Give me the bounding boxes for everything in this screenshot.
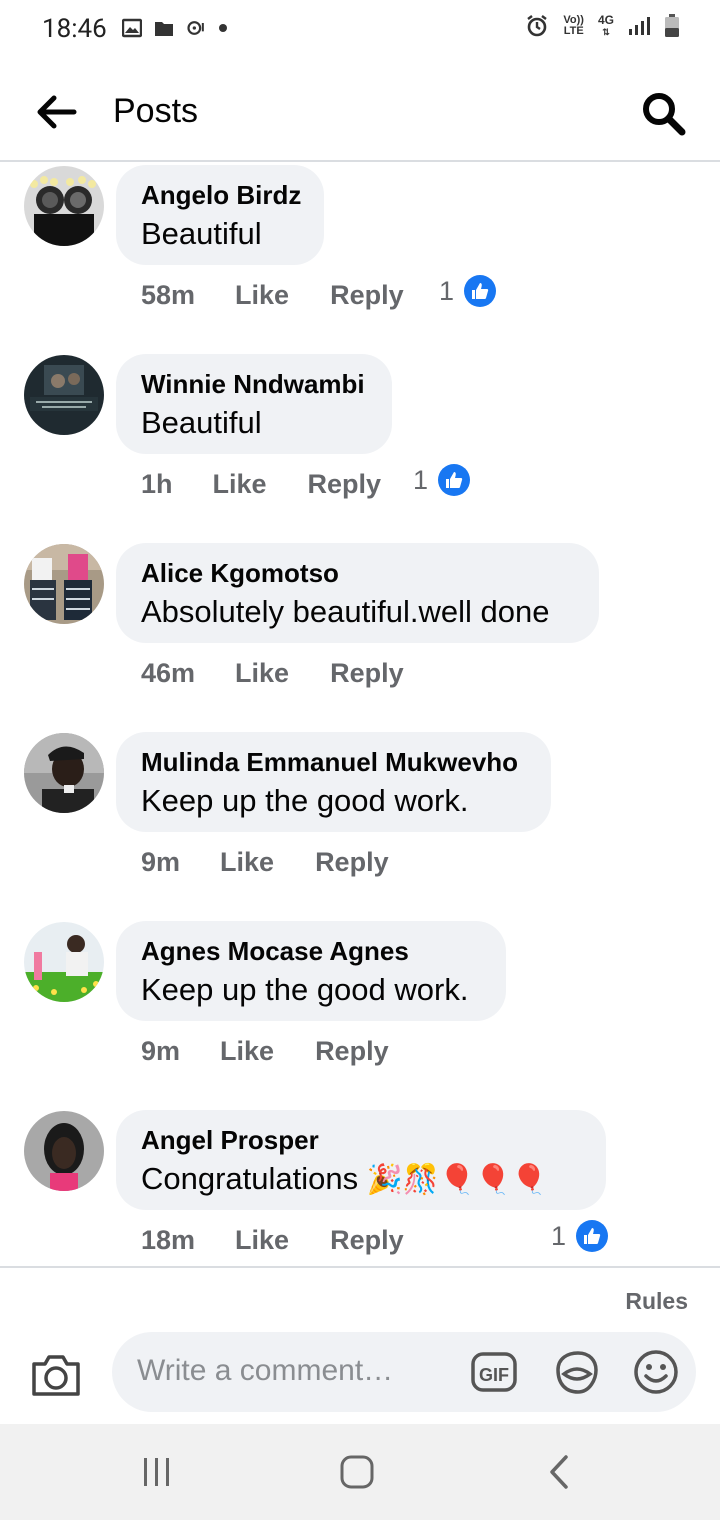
reply-button[interactable]: Reply (330, 658, 404, 689)
comment-composer: Rules Write a comment… GIF (0, 1266, 720, 1424)
comment-time[interactable]: 58m (141, 280, 195, 311)
volte-icon: Vo)) LTE (563, 15, 584, 37)
thumbs-up-icon (576, 1220, 609, 1252)
comment-actions: 9m Like Reply (141, 1033, 389, 1069)
signal-icon (629, 17, 650, 35)
comment-time[interactable]: 46m (141, 658, 195, 689)
camera-icon[interactable] (30, 1352, 82, 1398)
home-icon[interactable] (339, 1452, 375, 1492)
battery-icon (665, 14, 679, 37)
like-button[interactable]: Like (235, 280, 289, 311)
comment-bubble[interactable]: Agnes Mocase Agnes Keep up the good work… (116, 921, 506, 1021)
comment-item: Mulinda Emmanuel Mukwevho Keep up the go… (0, 730, 720, 919)
comment-item: Alice Kgomotso Absolutely beautiful.well… (0, 541, 720, 730)
comment-author[interactable]: Mulinda Emmanuel Mukwevho (141, 746, 525, 778)
comment-author[interactable]: Alice Kgomotso (141, 557, 573, 589)
comment-bubble[interactable]: Winnie Nndwambi Beautiful (116, 354, 392, 454)
volte-bottom-text: LTE (563, 25, 584, 37)
comment-input[interactable]: Write a comment… GIF (112, 1332, 696, 1412)
emoji-icon[interactable] (632, 1348, 680, 1396)
gif-icon[interactable]: GIF (470, 1348, 518, 1396)
comment-bubble[interactable]: Angelo Birdz Beautiful (116, 165, 324, 265)
comment-bubble[interactable]: Angel Prosper Congratulations 🎉🎊🎈🎈🎈 (116, 1110, 606, 1210)
search-icon[interactable] (640, 90, 686, 136)
reaction-summary[interactable]: 1 (551, 1220, 609, 1252)
reaction-summary[interactable]: 1 (413, 464, 471, 496)
alarm-icon (527, 15, 548, 37)
recent-apps-icon[interactable] (140, 1452, 174, 1492)
comment-time[interactable]: 1h (141, 469, 173, 500)
reply-button[interactable]: Reply (308, 469, 382, 500)
gallery-icon (122, 18, 142, 38)
folder-icon (155, 22, 173, 36)
comment-time[interactable]: 9m (141, 1036, 180, 1067)
comment-actions: 46m Like Reply (141, 655, 404, 691)
comment-text: Keep up the good work. (141, 783, 469, 818)
avatar[interactable] (24, 733, 104, 813)
avatar[interactable] (24, 922, 104, 1002)
comment-actions: 18m Like Reply (141, 1222, 404, 1258)
thumbs-up-icon (438, 464, 471, 496)
back-arrow-icon[interactable] (34, 92, 78, 132)
comment-actions: 9m Like Reply (141, 844, 389, 880)
network-type-text: 4G (597, 13, 614, 27)
status-bar: 18:46 Vo)) LTE 4G ⇅ (0, 0, 720, 62)
celebration-emojis: 🎉🎊🎈🎈🎈 (366, 1164, 548, 1196)
4g-icon: 4G ⇅ (597, 13, 614, 37)
reaction-count: 1 (439, 275, 455, 306)
like-button[interactable]: Like (235, 658, 289, 689)
notification-dot-icon (219, 24, 227, 32)
comment-input-placeholder[interactable]: Write a comment… (137, 1354, 393, 1388)
comment-text: Beautiful (141, 405, 262, 440)
system-nav-bar (0, 1424, 720, 1520)
gif-label: GIF (479, 1365, 509, 1385)
comment-author[interactable]: Winnie Nndwambi (141, 368, 366, 400)
reply-button[interactable]: Reply (330, 280, 404, 311)
status-left-icons (122, 18, 228, 38)
like-button[interactable]: Like (235, 1225, 289, 1256)
thumbs-up-icon (464, 275, 497, 307)
back-nav-icon[interactable] (546, 1452, 572, 1492)
comment-text: Keep up the good work. (141, 972, 469, 1007)
comment-bubble[interactable]: Mulinda Emmanuel Mukwevho Keep up the go… (116, 732, 551, 832)
avatar[interactable] (24, 544, 104, 624)
comment-author[interactable]: Angelo Birdz (141, 179, 301, 211)
reply-button[interactable]: Reply (315, 847, 389, 878)
music-record-icon (187, 21, 204, 35)
page-title: Posts (113, 92, 199, 130)
like-button[interactable]: Like (220, 847, 274, 878)
app-bar: Posts (0, 62, 720, 162)
comment-actions: 58m Like Reply (141, 277, 404, 313)
comment-item: Winnie Nndwambi Beautiful 1h Like Reply … (0, 352, 720, 541)
comment-bubble[interactable]: Alice Kgomotso Absolutely beautiful.well… (116, 543, 599, 643)
reaction-count: 1 (551, 1220, 567, 1251)
comment-author[interactable]: Angel Prosper (141, 1124, 580, 1156)
reply-button[interactable]: Reply (330, 1225, 404, 1256)
avatar[interactable] (24, 355, 104, 435)
comment-author[interactable]: Agnes Mocase Agnes (141, 935, 480, 967)
comment-text: Beautiful (141, 216, 262, 251)
comments-list: Angelo Birdz Beautiful 58m Like Reply 1 … (0, 163, 720, 1266)
comment-text-body: Congratulations (141, 1161, 359, 1196)
rules-link[interactable]: Rules (625, 1288, 688, 1315)
comment-item: Agnes Mocase Agnes Keep up the good work… (0, 919, 720, 1108)
comment-item: Angel Prosper Congratulations 🎉🎊🎈🎈🎈 18m … (0, 1108, 720, 1266)
comment-actions: 1h Like Reply (141, 466, 381, 502)
reaction-count: 1 (413, 464, 429, 495)
comment-time[interactable]: 18m (141, 1225, 195, 1256)
like-button[interactable]: Like (220, 1036, 274, 1067)
reply-button[interactable]: Reply (315, 1036, 389, 1067)
comment-item: Angelo Birdz Beautiful 58m Like Reply 1 (0, 163, 720, 352)
avatar[interactable] (24, 166, 104, 246)
comment-text: Congratulations 🎉🎊🎈🎈🎈 (141, 1159, 580, 1200)
comment-time[interactable]: 9m (141, 847, 180, 878)
comment-text: Absolutely beautiful.well done (141, 594, 550, 629)
status-time: 18:46 (42, 14, 107, 44)
reaction-summary[interactable]: 1 (439, 275, 497, 307)
status-right-icons: Vo)) LTE 4G ⇅ (525, 14, 680, 38)
like-button[interactable]: Like (213, 469, 267, 500)
avatar[interactable] (24, 1111, 104, 1191)
sticker-icon[interactable] (552, 1348, 600, 1396)
